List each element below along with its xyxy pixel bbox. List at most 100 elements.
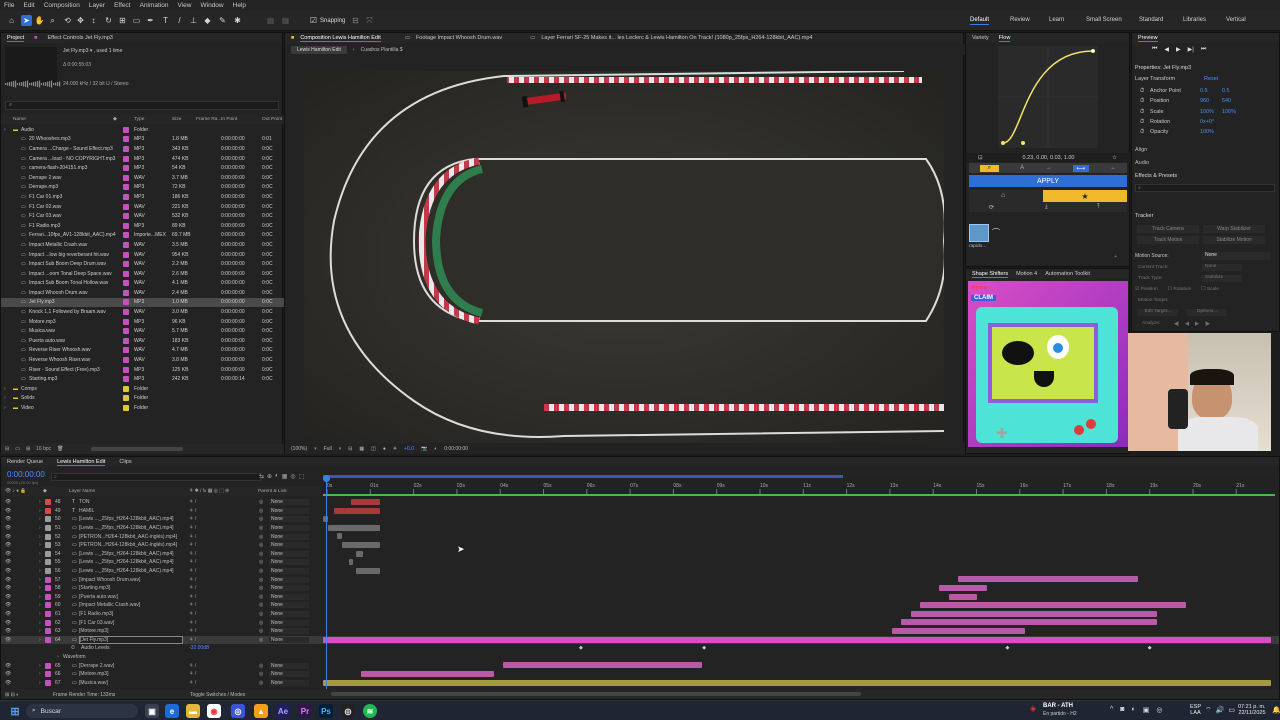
parent-pickwhip-icon[interactable]: ◎ [259,663,263,669]
premiere-icon[interactable]: Pr [298,704,312,718]
timeline-current-time[interactable]: 0:00:00:00 [7,470,45,479]
project-folder[interactable]: › ▬ Video Folder [1,403,284,413]
visibility-eye-icon[interactable]: 👁 [5,525,11,531]
preset-curve-icon[interactable]: ⌒ [992,227,1000,238]
layer-switch-icons[interactable]: ⚘ / [189,534,196,540]
parent-select[interactable]: None [269,602,309,609]
property-anchor-point[interactable]: ⏱ Anchor Point 0.5 0.5 [1140,88,1230,95]
favorite-star-icon[interactable]: ☆ [1112,155,1117,161]
project-item[interactable]: ▭ Ferrari...10fps_AV1-128kbit_AAC).mp4 Imp… [1,231,284,241]
dropdown-arrow-icon[interactable]: ▾ [314,446,317,452]
spotify-icon[interactable]: ≋ [363,704,377,718]
snap-options-icon[interactable]: ⊟ [350,15,361,26]
label-color-chip[interactable] [123,337,129,344]
visibility-eye-icon[interactable]: 👁 [5,568,11,574]
play-icon[interactable]: ▶ [1176,46,1181,53]
col-frame-rate[interactable]: Frame Ra... [196,117,221,122]
layer-name[interactable]: [Impact Whoosh Drum.wav] [79,577,183,583]
visibility-eye-icon[interactable]: 👁 [5,542,11,548]
project-item[interactable]: ▭ Impact ...low big reverberant hit.wav WA… [1,250,284,260]
windows-start-icon[interactable]: ⊞ [8,704,22,718]
col-name[interactable]: Name [13,117,26,122]
col-layer-name[interactable]: Layer Name [69,489,95,494]
parent-select[interactable]: None [269,628,309,635]
layer-label-chip[interactable] [45,550,51,557]
layer-name[interactable]: [Motore.mp3] [79,628,183,634]
photoshop-icon[interactable]: Ps [319,704,333,718]
menu-animation[interactable]: Animation [140,2,169,9]
notify-title[interactable]: BAR - ATH [1043,703,1073,709]
label-color-chip[interactable] [123,184,129,191]
label-color-chip[interactable] [123,222,129,229]
project-search-input[interactable]: ⌕ [5,101,279,110]
show-channel-icon[interactable]: ◐ [434,446,437,452]
label-color-chip[interactable] [123,232,129,239]
label-color-chip[interactable] [123,280,129,287]
project-item[interactable]: ▭ Impact Sub Boom Deep Drum.wav WAV 2.2 MB 0… [1,259,284,269]
layer-switch-icons[interactable]: ⚘ / [189,577,196,583]
parent-pickwhip-icon[interactable]: ◎ [259,620,263,626]
bpc-setting[interactable]: 16 bpc [36,446,51,452]
timeline-layer-row[interactable]: 👁 › 60 ▭ [Impact Metallic Crash.wav] ⚘ / ◎ None [1,601,1279,610]
project-item[interactable]: ▭ 20 Whooshes.mp3 MP3 1.8 MB 0:00:00:00 0:01 [1,135,284,145]
col-out-point[interactable]: Out Point [262,117,282,122]
toggle-switches-modes[interactable]: Toggle Switches / Modes [190,692,245,698]
tab-layer[interactable]: Layer Ferrari SF-25 Makes it... les Lecl… [541,35,812,41]
property-value[interactable]: 100% [1200,129,1214,135]
parent-select[interactable]: None [269,671,309,678]
vlc-icon[interactable]: ▲ [254,704,268,718]
audio-section[interactable]: Audio [1135,160,1149,166]
property-value[interactable]: 0x+0° [1200,119,1214,125]
layer-name[interactable]: [Motore.mp3] [79,671,183,677]
parent-pickwhip-icon[interactable]: ◎ [259,525,263,531]
layer-name[interactable]: [F1 Radio.mp3] [79,611,183,617]
parent-select[interactable]: None [269,576,309,583]
menu-composition[interactable]: Composition [44,2,80,9]
visibility-eye-icon[interactable]: 👁 [5,680,11,686]
layer-name[interactable]: TON [79,499,183,505]
project-item[interactable]: ▭ Impact ...oom Tonal Deep Space.wav WAV 2.… [1,269,284,279]
timeline-layer-row[interactable]: 👁 › 50 ▭ [Lewis ..._25fps_H264-128kbit_AAC).… [1,515,1279,524]
layer-label-chip[interactable] [45,516,51,523]
shy-icon[interactable]: ◐ [275,473,279,480]
layer-label-chip[interactable] [45,671,51,678]
layer-switch-icons[interactable]: ⚘ / [189,508,196,514]
project-item[interactable]: ▭ Impact Sub Boom Tonal Hollow.wav WAV 4.1 … [1,279,284,289]
layer-label-chip[interactable] [45,636,51,643]
col-parent-link[interactable]: Parent & Link [258,489,287,494]
label-color-chip[interactable] [123,347,129,354]
expand-chevron-icon[interactable]: › [39,663,41,669]
home-icon[interactable]: ⌂ [6,15,17,26]
upload-icon[interactable]: ⤒ [1097,204,1100,211]
prev-frame-icon[interactable]: ◀ [1164,46,1169,53]
parent-pickwhip-icon[interactable]: ◎ [259,628,263,634]
label-color-chip[interactable] [123,145,129,152]
timeline-layer-row[interactable]: 👁 › 56 ▭ [Lewis ..._25fps_H264-128kbit_AAC).… [1,567,1279,576]
parent-pickwhip-icon[interactable]: ◎ [259,585,263,591]
eraser-tool-icon[interactable]: ◆ [202,15,213,26]
timeline-layer-row[interactable]: 👁 › 58 ▭ [Starting.mp3] ⚘ / ◎ None [1,584,1279,593]
layer-duration-bar[interactable] [910,610,1158,617]
project-item[interactable]: ▭ F1 Car 01.mp3 MP3 186 KB 0:00:00:00 0:0C [1,192,284,202]
roto-brush-icon[interactable]: ✎ [217,15,228,26]
stopwatch-icon[interactable]: ⏱ [1140,119,1144,125]
project-item[interactable]: ▭ Reverse Whoosh Riser.wav WAV 3.8 MB 0:00:0… [1,355,284,365]
layer-duration-bar[interactable] [334,507,380,514]
property-opacity[interactable]: ⏱ Opacity 100% [1140,129,1214,136]
visibility-eye-icon[interactable]: 👁 [5,508,11,514]
property-value[interactable]: 960 [1200,98,1209,104]
expand-chevron-icon[interactable]: › [39,551,41,557]
label-color-chip[interactable] [123,376,129,383]
keyframe-icon[interactable]: ◆ [702,645,706,651]
transparency-grid-icon[interactable]: ▦ [359,446,364,452]
flow-back-icon[interactable]: ← [1110,165,1116,171]
effects-search-input[interactable]: ⌕ [1135,184,1275,192]
curve-edit-icon[interactable]: ⊡ [978,155,983,161]
flow-library-icon[interactable]: ⌂ [1001,192,1005,199]
property-value[interactable]: 100% [1222,109,1236,115]
time-ruler[interactable]: 0s 01s 02s 03s 04s 05s 06s 07s 08s 09s 10s 11s 12s 13… [323,475,1275,497]
playhead-handle[interactable] [323,475,330,482]
mask-visibility-icon[interactable]: ◫ [371,446,376,452]
timeline-layer-row[interactable]: 👁 › 65 ▭ [Derrape 2.wav] ⚘ / ◎ None [1,661,1279,670]
timeline-layer-row[interactable]: 👁 › 62 ▭ [F1 Car 03.wav] ⚘ / ◎ None [1,618,1279,627]
